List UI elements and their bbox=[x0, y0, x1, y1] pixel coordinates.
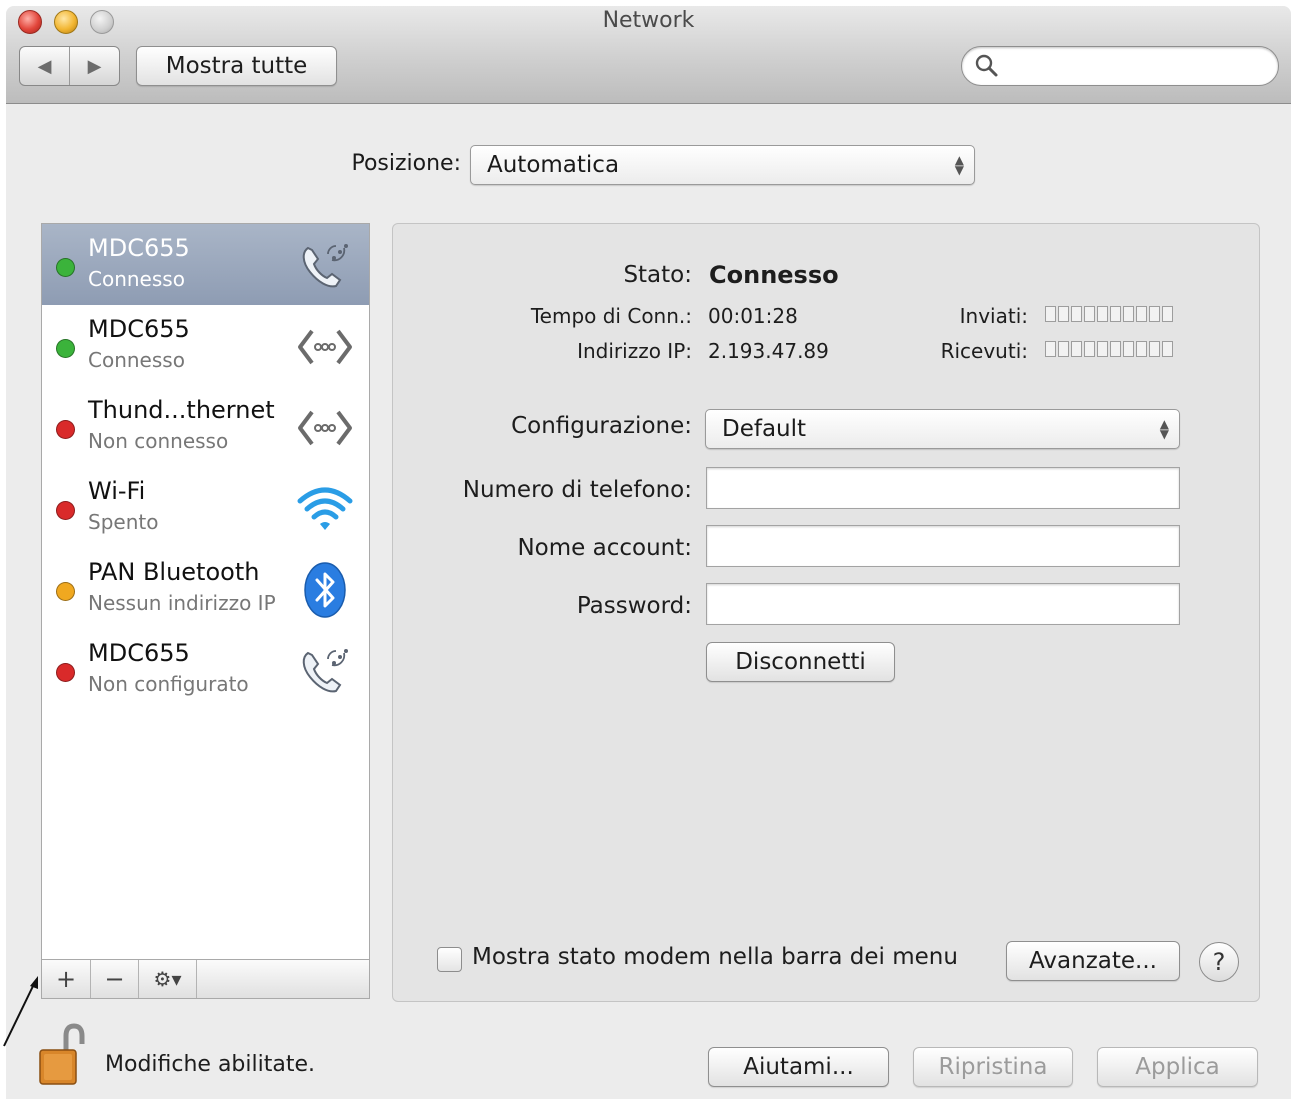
apply-button[interactable]: Applica bbox=[1097, 1047, 1258, 1087]
account-name-label: Nome account: bbox=[517, 535, 692, 561]
service-list: MDC655 Connesso MDC655 Connesso Thund...… bbox=[41, 223, 370, 960]
magnifier-icon bbox=[975, 54, 998, 77]
location-value: Automatica bbox=[487, 152, 620, 178]
back-forward-control: ◀ ▶ bbox=[19, 46, 120, 86]
titlebar: Network ◀ ▶ Mostra tutte bbox=[6, 6, 1291, 104]
configuration-popup[interactable]: Default ▲ ▼ bbox=[705, 409, 1180, 449]
status-dot-green bbox=[56, 339, 75, 358]
ip-address-label: Indirizzo IP: bbox=[577, 339, 692, 363]
password-field[interactable] bbox=[706, 583, 1180, 625]
phone-icon bbox=[302, 244, 348, 288]
service-item[interactable]: MDC655 Connesso bbox=[42, 224, 369, 305]
phone-number-field[interactable] bbox=[706, 467, 1180, 509]
advanced-button[interactable]: Avanzate... bbox=[1006, 941, 1180, 981]
location-label: Posizione: bbox=[351, 151, 461, 176]
service-name: Thund...thernet bbox=[88, 396, 275, 424]
revert-button[interactable]: Ripristina bbox=[913, 1047, 1073, 1087]
configuration-label: Configurazione: bbox=[511, 413, 692, 439]
help-button[interactable]: ? bbox=[1199, 942, 1239, 982]
status-dot-red bbox=[56, 501, 75, 520]
forward-arrow-icon[interactable]: ▶ bbox=[69, 47, 119, 85]
service-status: Connesso bbox=[88, 267, 185, 291]
service-name: MDC655 bbox=[88, 639, 190, 667]
disconnect-button[interactable]: Disconnetti bbox=[706, 642, 895, 682]
lock-status-text: Modifiche abilitate. bbox=[105, 1052, 315, 1077]
show-all-button[interactable]: Mostra tutte bbox=[136, 46, 337, 86]
network-preferences-window: Network ◀ ▶ Mostra tutte Posizione: Auto… bbox=[6, 6, 1291, 1099]
search-field[interactable] bbox=[961, 46, 1279, 86]
status-value: Connesso bbox=[709, 261, 839, 289]
ethernet-icon bbox=[298, 329, 352, 365]
remove-service-button[interactable]: − bbox=[91, 960, 139, 998]
sent-meter bbox=[1045, 306, 1173, 322]
show-modem-status-label: Mostra stato modem nella barra dei menu bbox=[472, 944, 958, 970]
service-item[interactable]: PAN Bluetooth Nessun indirizzo IP bbox=[42, 548, 369, 629]
location-popup[interactable]: Automatica ▲ ▼ bbox=[470, 145, 975, 185]
wifi-icon bbox=[297, 487, 353, 530]
show-modem-status-checkbox[interactable] bbox=[437, 947, 462, 972]
annotation-arrow-icon bbox=[3, 976, 38, 1047]
service-name: MDC655 bbox=[88, 234, 190, 262]
service-status: Connesso bbox=[88, 348, 185, 372]
gear-icon[interactable]: ⚙▾ bbox=[139, 960, 197, 998]
received-label: Ricevuti: bbox=[940, 339, 1028, 363]
received-meter bbox=[1045, 341, 1173, 357]
service-list-controls: + − ⚙▾ bbox=[41, 959, 370, 999]
status-label: Stato: bbox=[623, 262, 692, 288]
service-name: Wi-Fi bbox=[88, 477, 146, 505]
service-status: Non connesso bbox=[88, 429, 229, 453]
service-item[interactable]: Wi-Fi Spento bbox=[42, 467, 369, 548]
status-dot-red bbox=[56, 420, 75, 439]
service-status: Non configurato bbox=[88, 672, 249, 696]
window-title: Network bbox=[602, 8, 695, 33]
service-item[interactable]: Thund...thernet Non connesso bbox=[42, 386, 369, 467]
popup-arrows-icon: ▲ ▼ bbox=[1159, 417, 1169, 441]
phone-icon bbox=[302, 649, 348, 693]
connection-time-label: Tempo di Conn.: bbox=[530, 304, 692, 328]
popup-arrows-icon: ▲ ▼ bbox=[954, 153, 964, 177]
account-name-field[interactable] bbox=[706, 525, 1180, 567]
service-name: MDC655 bbox=[88, 315, 190, 343]
service-item[interactable]: MDC655 Connesso bbox=[42, 305, 369, 386]
status-dot-red bbox=[56, 663, 75, 682]
ip-address-value: 2.193.47.89 bbox=[708, 339, 829, 363]
assist-me-button[interactable]: Aiutami... bbox=[708, 1047, 889, 1087]
configuration-value: Default bbox=[722, 416, 807, 442]
connection-time-value: 00:01:28 bbox=[708, 304, 798, 328]
ethernet-icon bbox=[298, 410, 352, 446]
phone-number-label: Numero di telefono: bbox=[462, 477, 692, 503]
back-arrow-icon[interactable]: ◀ bbox=[20, 47, 69, 85]
status-dot-orange bbox=[56, 582, 75, 601]
service-name: PAN Bluetooth bbox=[88, 558, 260, 586]
service-status: Spento bbox=[88, 510, 159, 534]
bluetooth-icon bbox=[304, 562, 346, 618]
service-item[interactable]: MDC655 Non configurato bbox=[42, 629, 369, 710]
sent-label: Inviati: bbox=[959, 304, 1028, 328]
password-label: Password: bbox=[576, 593, 692, 619]
service-status: Nessun indirizzo IP bbox=[88, 591, 276, 615]
status-dot-green bbox=[56, 258, 75, 277]
